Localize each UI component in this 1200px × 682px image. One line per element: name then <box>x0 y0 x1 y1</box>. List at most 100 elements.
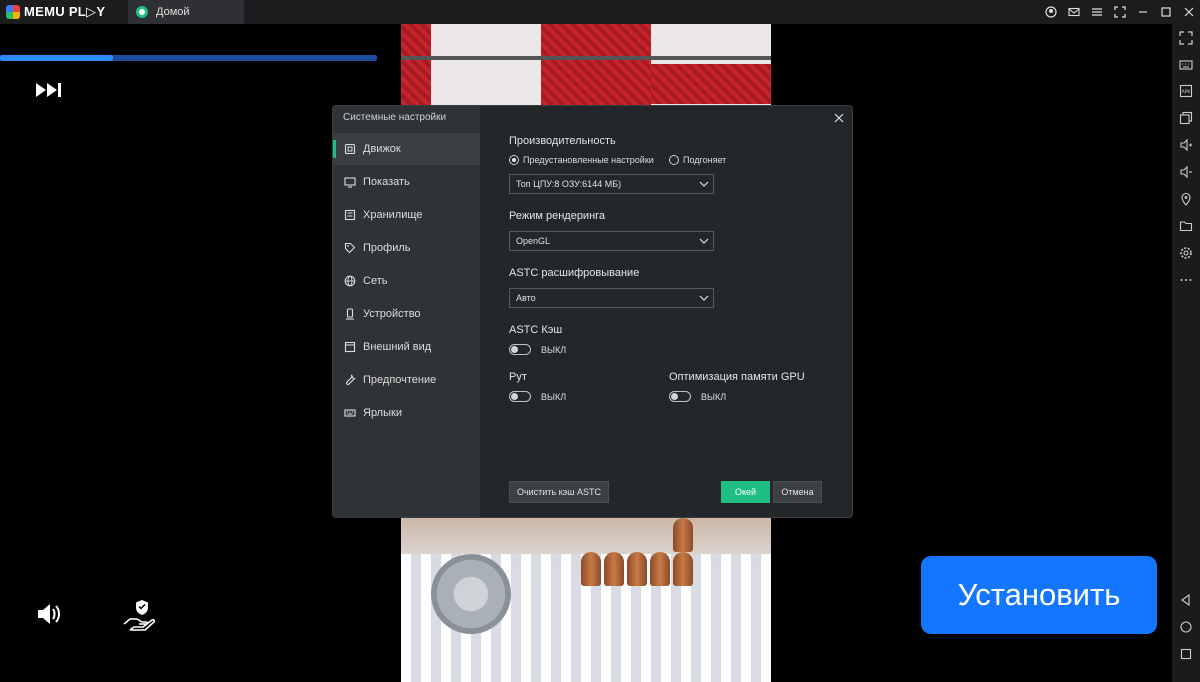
close-icon[interactable] <box>833 112 845 124</box>
sidebar-item-label: Предпочтение <box>363 374 437 386</box>
device-icon <box>344 308 356 320</box>
render-mode-select[interactable]: OpenGL <box>509 231 714 251</box>
back-triangle-icon <box>1181 593 1190 607</box>
keyboard-icon <box>344 407 356 419</box>
sidebar-item-storage[interactable]: Хранилище <box>333 199 480 231</box>
maximize-icon <box>1161 7 1171 17</box>
skip-forward-icon[interactable] <box>34 80 64 100</box>
minimize-button[interactable] <box>1132 0 1154 24</box>
mail-button[interactable] <box>1063 0 1085 24</box>
sidebar-item-label: Внешний вид <box>363 341 432 353</box>
preset-radio[interactable]: Предустановленные настройки <box>509 155 654 165</box>
tab-home[interactable]: Домой <box>128 0 244 24</box>
home-circle-icon <box>1180 621 1192 633</box>
sidebar-item-label: Сеть <box>363 275 388 287</box>
fullscreen-button[interactable] <box>1109 0 1131 24</box>
sidebar-item-profile[interactable]: Профиль <box>333 232 480 264</box>
recents-square-icon <box>1180 648 1192 660</box>
globe-icon <box>344 275 356 287</box>
sidebar-item-label: Хранилище <box>363 209 423 221</box>
apk-button[interactable]: APK <box>1178 83 1194 99</box>
folder-button[interactable] <box>1178 218 1194 234</box>
tag-icon <box>344 242 356 254</box>
expand-button[interactable] <box>1178 30 1194 46</box>
account-button[interactable] <box>1040 0 1062 24</box>
android-home-button[interactable] <box>1178 619 1194 635</box>
gpu-memory-label: Оптимизация памяти GPU <box>669 371 805 383</box>
toggle-switch-icon <box>509 391 531 402</box>
clear-astc-cache-button[interactable]: Очистить кэш ASTC <box>509 481 609 503</box>
astc-decoding-select[interactable]: Авто <box>509 288 714 308</box>
location-button[interactable] <box>1178 191 1194 207</box>
app-logo-text: MEMU PL▷Y <box>24 4 106 19</box>
home-tab-icon <box>136 6 148 18</box>
folder-icon <box>1179 221 1193 232</box>
sidebar-item-display[interactable]: Показать <box>333 166 480 198</box>
astc-decoding-label: ASTC расшифровывание <box>509 267 640 279</box>
maximize-button[interactable] <box>1155 0 1177 24</box>
radio-checked-icon <box>509 155 519 165</box>
video-bottom-scene <box>401 514 771 682</box>
more-icon <box>1180 279 1192 281</box>
copy-icon <box>1179 111 1193 125</box>
astc-cache-state: ВЫКЛ <box>541 344 567 355</box>
fullscreen-icon <box>1114 6 1126 18</box>
render-mode-value: OpenGL <box>516 236 551 246</box>
dialog-title: Системные настройки <box>343 112 447 123</box>
chevron-down-icon <box>699 238 709 244</box>
volume-down-button[interactable] <box>1178 164 1194 180</box>
sidebar-item-appearance[interactable]: Внешний вид <box>333 331 480 363</box>
settings-sidebar: Системные настройки Движок Показать Хран… <box>333 106 480 517</box>
android-recents-button[interactable] <box>1178 646 1194 662</box>
sound-icon[interactable] <box>36 602 62 626</box>
window-icon <box>344 341 356 353</box>
volume-up-button[interactable] <box>1178 137 1194 153</box>
video-progress-bar[interactable] <box>0 55 377 61</box>
sidebar-item-label: Движок <box>363 143 401 155</box>
sidebar-item-label: Показать <box>363 176 410 188</box>
sidebar-item-engine[interactable]: Движок <box>333 133 480 165</box>
android-back-button[interactable] <box>1178 592 1194 608</box>
performance-preset-select[interactable]: Топ ЦПУ:8 ОЗУ:6144 МБ) <box>509 174 714 194</box>
minimize-icon <box>1139 11 1147 13</box>
menu-button[interactable] <box>1086 0 1108 24</box>
user-icon <box>1045 6 1057 18</box>
custom-radio[interactable]: Подгоняет <box>669 155 726 165</box>
close-icon <box>1184 7 1194 17</box>
sidebar-item-preference[interactable]: Предпочтение <box>333 364 480 396</box>
sidebar-item-label: Профиль <box>363 242 411 254</box>
chevron-down-icon <box>699 295 709 301</box>
gpu-memory-toggle[interactable]: ВЫКЛ <box>669 391 726 402</box>
ok-button[interactable]: Окей <box>721 481 770 503</box>
astc-cache-toggle[interactable]: ВЫКЛ <box>509 344 566 355</box>
close-window-button[interactable] <box>1178 0 1200 24</box>
render-mode-label: Режим рендеринга <box>509 210 606 222</box>
protection-hand-icon[interactable] <box>122 598 156 632</box>
window-controls <box>1039 0 1200 24</box>
storage-icon <box>344 209 356 221</box>
performance-label: Производительность <box>509 135 616 147</box>
sidebar-item-device[interactable]: Устройство <box>333 298 480 330</box>
gear-icon <box>1180 247 1192 259</box>
preset-radio-label: Предустановленные настройки <box>523 155 654 165</box>
more-button[interactable] <box>1178 272 1194 288</box>
cancel-button[interactable]: Отмена <box>773 481 822 503</box>
root-toggle[interactable]: ВЫКЛ <box>509 391 566 402</box>
apk-icon: APK <box>1179 84 1193 98</box>
settings-button[interactable] <box>1178 245 1194 261</box>
volume-down-icon <box>1180 165 1192 179</box>
sidebar-item-shortcuts[interactable]: Ярлыки <box>333 397 480 429</box>
toggle-switch-icon <box>509 344 531 355</box>
root-state: ВЫКЛ <box>541 391 567 402</box>
chevron-down-icon <box>699 181 709 187</box>
tab-home-label: Домой <box>156 6 190 18</box>
sidebar-item-network[interactable]: Сеть <box>333 265 480 297</box>
keyboard-button[interactable] <box>1178 57 1194 73</box>
menu-icon <box>1092 8 1102 16</box>
install-button[interactable]: Установить <box>921 556 1157 634</box>
gpu-memory-state: ВЫКЛ <box>701 391 727 402</box>
toggle-switch-icon <box>669 391 691 402</box>
keyboard-icon <box>1179 60 1193 70</box>
radio-unchecked-icon <box>669 155 679 165</box>
multi-window-button[interactable] <box>1178 110 1194 126</box>
